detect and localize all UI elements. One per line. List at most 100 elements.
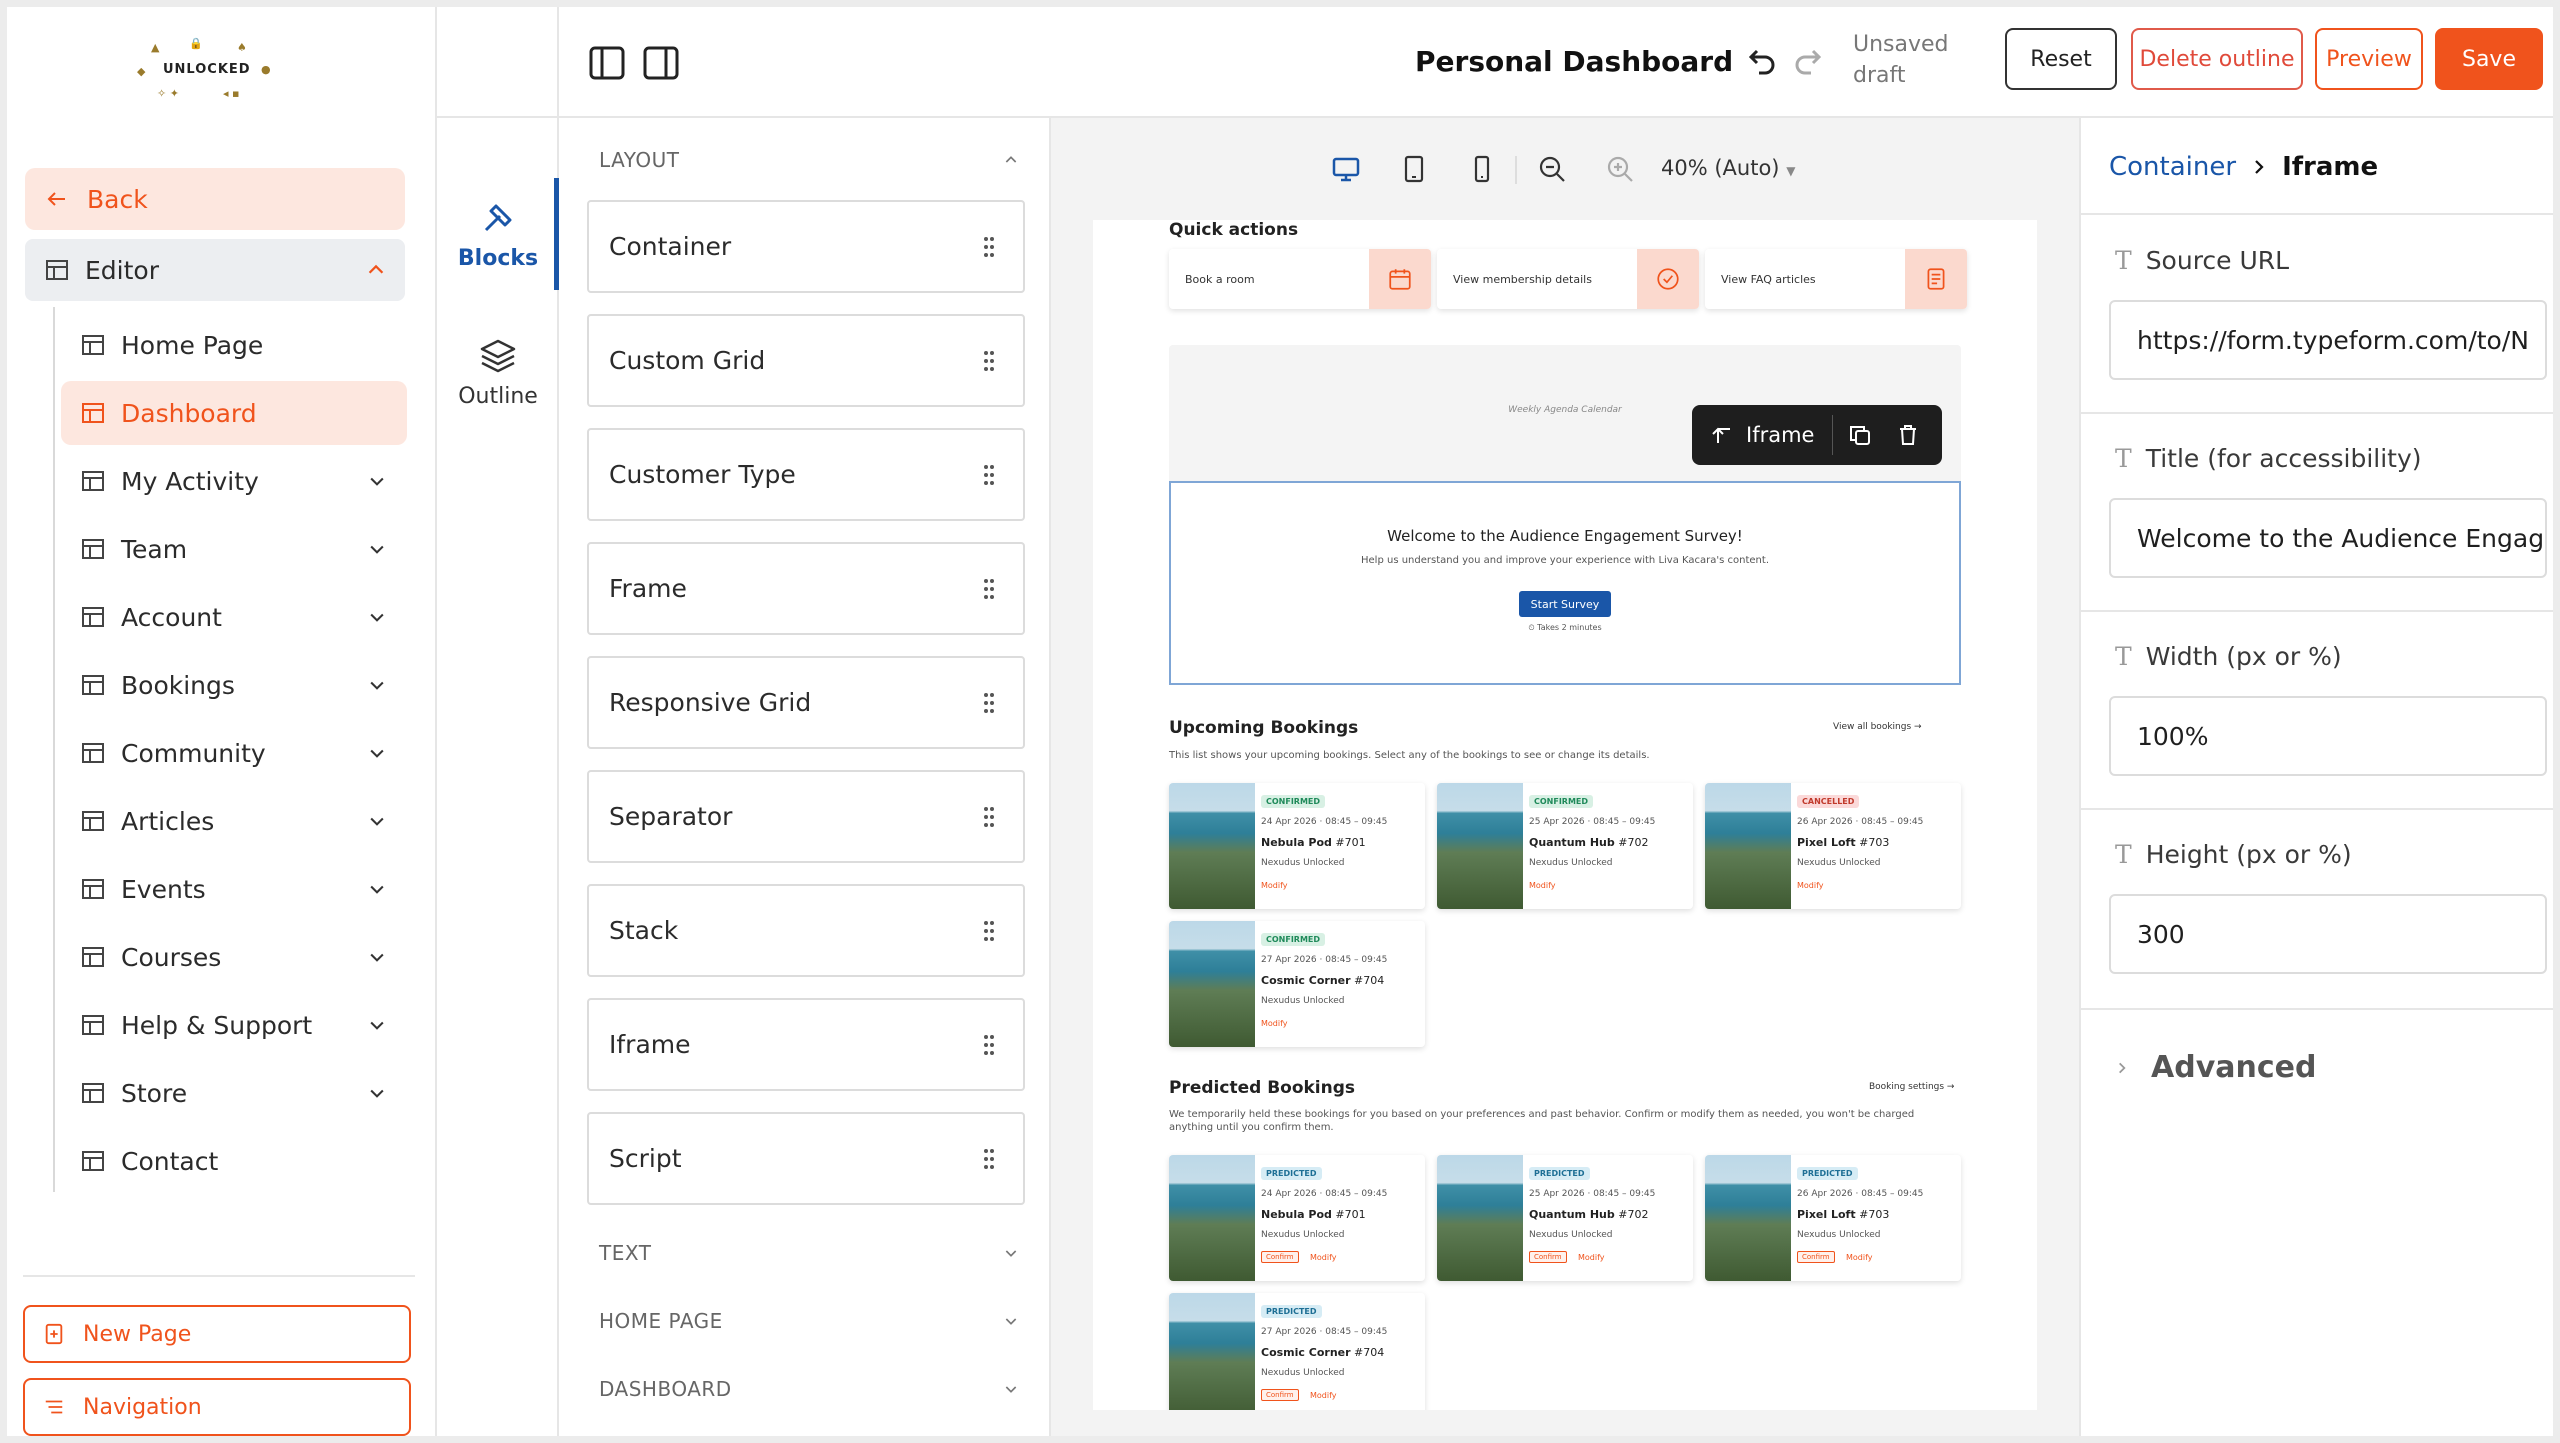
tab-outline[interactable]: Outline: [437, 316, 559, 428]
sidebar-item-label: Home Page: [121, 330, 264, 360]
quick-action-book-a-room[interactable]: Book a room: [1169, 249, 1431, 309]
tab-blocks[interactable]: Blocks: [437, 178, 559, 290]
sidebar-item-store[interactable]: Store: [61, 1061, 407, 1125]
modify-link[interactable]: Modify: [1578, 1253, 1605, 1262]
booking-card[interactable]: PREDICTED 27 Apr 2026 · 08:45 – 09:45 Cosm…: [1169, 1293, 1425, 1410]
modify-link[interactable]: Modify: [1529, 881, 1556, 890]
block-container[interactable]: Container: [587, 200, 1025, 293]
preview-button[interactable]: Preview: [2315, 28, 2423, 90]
back-button[interactable]: Back: [25, 168, 405, 230]
drag-handle-icon[interactable]: [983, 920, 995, 942]
modify-link[interactable]: Modify: [1310, 1391, 1337, 1400]
zoom-out-icon[interactable]: [1537, 154, 1567, 184]
sidebar-item-label: Community: [121, 738, 266, 768]
drag-handle-icon[interactable]: [983, 464, 995, 486]
block-customer-type[interactable]: Customer Type: [587, 428, 1025, 521]
confirm-button[interactable]: Confirm: [1261, 1389, 1299, 1401]
section-home-page-toggle[interactable]: HOME PAGE: [599, 1309, 1019, 1333]
confirm-button[interactable]: Confirm: [1797, 1251, 1835, 1263]
booking-settings-link[interactable]: Booking settings →: [1869, 1082, 1954, 1092]
width-input[interactable]: 100%: [2109, 696, 2547, 776]
sidebar-item-courses[interactable]: Courses: [61, 925, 407, 989]
trash-icon[interactable]: [1896, 423, 1920, 447]
modify-link[interactable]: Modify: [1310, 1253, 1337, 1262]
block-frame[interactable]: Frame: [587, 542, 1025, 635]
quick-action-view-faq-articles[interactable]: View FAQ articles: [1705, 249, 1967, 309]
confirm-button[interactable]: Confirm: [1529, 1251, 1567, 1263]
sidebar-item-help-and-support[interactable]: Help & Support: [61, 993, 407, 1057]
section-dashboard-toggle[interactable]: DASHBOARD: [599, 1377, 1019, 1401]
advanced-toggle[interactable]: Advanced: [2115, 1050, 2316, 1085]
undo-icon[interactable]: [1743, 45, 1779, 81]
block-script[interactable]: Script: [587, 1112, 1025, 1205]
desktop-view-icon[interactable]: [1331, 154, 1361, 184]
sidebar-item-my-activity[interactable]: My Activity: [61, 449, 407, 513]
booking-card[interactable]: PREDICTED 24 Apr 2026 · 08:45 – 09:45 Nebu…: [1169, 1155, 1425, 1281]
drag-handle-icon[interactable]: [983, 236, 995, 258]
modify-link[interactable]: Modify: [1261, 881, 1288, 890]
select-parent-icon[interactable]: [1710, 423, 1734, 447]
booking-card[interactable]: CONFIRMED 25 Apr 2026 · 08:45 – 09:45 Quan…: [1437, 783, 1693, 909]
drag-handle-icon[interactable]: [983, 350, 995, 372]
drag-handle-icon[interactable]: [983, 1148, 995, 1170]
upcoming-description: This list shows your upcoming bookings. …: [1169, 750, 1650, 761]
reset-button[interactable]: Reset: [2005, 28, 2117, 90]
sidebar-item-bookings[interactable]: Bookings: [61, 653, 407, 717]
booking-card[interactable]: PREDICTED 25 Apr 2026 · 08:45 – 09:45 Quan…: [1437, 1155, 1693, 1281]
tablet-view-icon[interactable]: [1399, 154, 1429, 184]
toggle-right-panel-icon[interactable]: [643, 45, 679, 81]
source-url-input[interactable]: https://form.typeform.com/to/N: [2109, 300, 2547, 380]
predicted-description: We temporarily held these bookings for y…: [1169, 1109, 1915, 1133]
block-responsive-grid[interactable]: Responsive Grid: [587, 656, 1025, 749]
booking-card[interactable]: CANCELLED 26 Apr 2026 · 08:45 – 09:45 Pixe…: [1705, 783, 1961, 909]
mobile-view-icon[interactable]: [1467, 154, 1497, 184]
view-all-bookings-link[interactable]: View all bookings →: [1833, 722, 1922, 732]
block-stack[interactable]: Stack: [587, 884, 1025, 977]
modify-link[interactable]: Modify: [1846, 1253, 1873, 1262]
editor-section-toggle[interactable]: Editor: [25, 239, 405, 301]
sidebar-item-home-page[interactable]: Home Page: [61, 313, 407, 377]
duplicate-icon[interactable]: [1848, 423, 1872, 447]
modify-link[interactable]: Modify: [1797, 881, 1824, 890]
save-button[interactable]: Save: [2435, 28, 2543, 90]
block-separator[interactable]: Separator: [587, 770, 1025, 863]
sidebar-item-articles[interactable]: Articles: [61, 789, 407, 853]
block-iframe[interactable]: Iframe: [587, 998, 1025, 1091]
booking-card[interactable]: CONFIRMED 24 Apr 2026 · 08:45 – 09:45 Nebu…: [1169, 783, 1425, 909]
drag-handle-icon[interactable]: [983, 578, 995, 600]
zoom-in-icon[interactable]: [1605, 154, 1635, 184]
sidebar-item-team[interactable]: Team: [61, 517, 407, 581]
toggle-left-panel-icon[interactable]: [589, 45, 625, 81]
modify-link[interactable]: Modify: [1261, 1019, 1288, 1028]
drag-handle-icon[interactable]: [983, 1034, 995, 1056]
booking-card[interactable]: PREDICTED 26 Apr 2026 · 08:45 – 09:45 Pixe…: [1705, 1155, 1961, 1281]
booking-card[interactable]: CONFIRMED 27 Apr 2026 · 08:45 – 09:45 Cosm…: [1169, 921, 1425, 1047]
hammer-icon: [484, 204, 512, 231]
section-layout-toggle[interactable]: LAYOUT: [599, 148, 1019, 172]
sidebar-item-account[interactable]: Account: [61, 585, 407, 649]
title-input[interactable]: Welcome to the Audience Engag: [2109, 498, 2547, 578]
start-survey-button[interactable]: Start Survey: [1519, 591, 1611, 617]
quick-action-icon-box: [1369, 249, 1431, 309]
sidebar-item-dashboard[interactable]: Dashboard: [61, 381, 407, 445]
sidebar-item-community[interactable]: Community: [61, 721, 407, 785]
breadcrumb-parent[interactable]: Container: [2109, 152, 2236, 182]
drag-handle-icon[interactable]: [983, 692, 995, 714]
navigation-button[interactable]: Navigation: [23, 1378, 411, 1436]
quick-action-view-membership-details[interactable]: View membership details: [1437, 249, 1699, 309]
delete-outline-button[interactable]: Delete outline: [2131, 28, 2303, 90]
confirm-button[interactable]: Confirm: [1261, 1251, 1299, 1263]
sidebar-item-contact[interactable]: Contact: [61, 1129, 407, 1193]
block-custom-grid[interactable]: Custom Grid: [587, 314, 1025, 407]
new-page-button[interactable]: New Page: [23, 1305, 411, 1363]
sidebar-item-events[interactable]: Events: [61, 857, 407, 921]
zoom-select[interactable]: 40% (Auto) ▼: [1661, 156, 1795, 180]
redo-icon[interactable]: [1791, 45, 1827, 81]
section-text-toggle[interactable]: TEXT: [599, 1241, 1019, 1265]
booking-resource: Nebula Pod #701: [1261, 1208, 1366, 1221]
drag-handle-icon[interactable]: [983, 806, 995, 828]
selected-iframe-block[interactable]: Welcome to the Audience Engagement Surve…: [1169, 481, 1961, 685]
booking-photo: [1169, 1293, 1255, 1410]
text-type-icon: T: [2115, 642, 2132, 671]
height-input[interactable]: 300: [2109, 894, 2547, 974]
